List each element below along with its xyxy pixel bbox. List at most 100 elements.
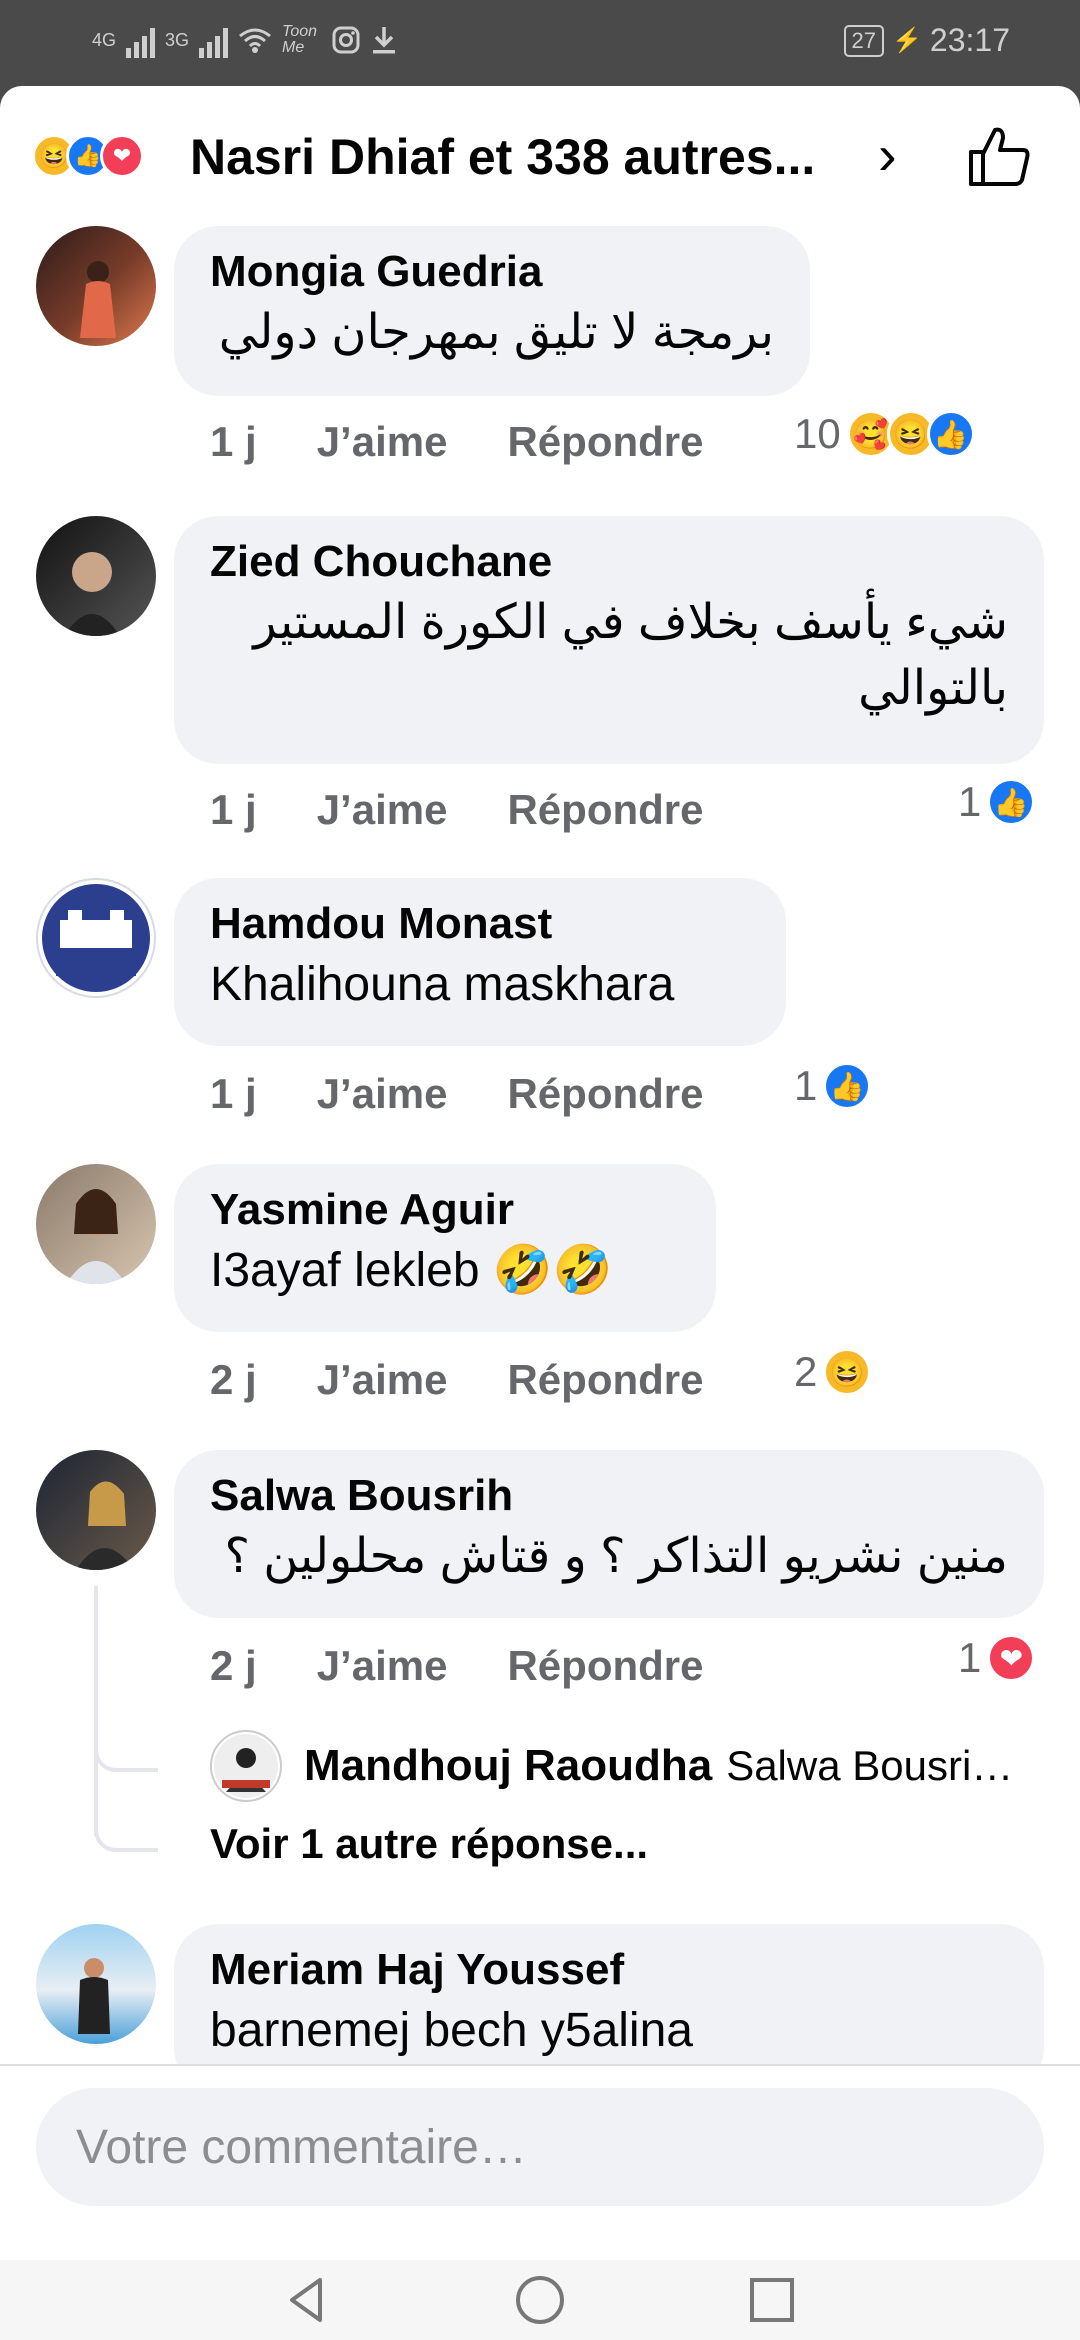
back-icon[interactable] [276, 2268, 340, 2332]
reply-preview[interactable]: Mandhouj Raoudha Salwa Bousri… [210, 1730, 1013, 1802]
avatar[interactable] [36, 878, 156, 998]
charging-icon: ⚡ [892, 27, 922, 54]
comment-author[interactable]: Mongia Guedria [210, 244, 774, 300]
comment-bubble[interactable]: Mongia Guedria برمجة لا تليق بمهرجان دول… [174, 226, 810, 396]
avatar-photo [214, 1734, 278, 1798]
view-more-replies-link[interactable]: Voir 1 autre réponse... [210, 1820, 648, 1868]
avatar[interactable] [36, 1450, 156, 1570]
comment-bubble[interactable]: Salwa Bousrih منين نشريو التذاكر ؟ و قتا… [174, 1450, 1044, 1618]
reaction-count-number: 1 [958, 778, 982, 825]
comment-actions: 1 j J’aime Répondre [210, 418, 763, 466]
avatar[interactable] [36, 516, 156, 636]
comments-sheet: 😆 👍 ❤ Nasri Dhiaf et 338 autres... › Mon… [0, 86, 1080, 2260]
comment-actions: 2 j J’aime Répondre [210, 1642, 763, 1690]
reply-button[interactable]: Répondre [507, 1070, 703, 1118]
reactions-header[interactable]: 😆 👍 ❤ Nasri Dhiaf et 338 autres... › [0, 86, 1080, 216]
like-button[interactable]: J’aime [317, 1356, 448, 1404]
reaction-count[interactable]: 1 👍 [958, 778, 1036, 826]
comment-time: 1 j [210, 1070, 257, 1117]
download-icon [373, 27, 396, 54]
status-bar: 4G 3G Toon Me 27 ⚡ 23:17 [0, 0, 1080, 86]
comment-bubble[interactable]: Hamdou Monast Khalihouna maskhara [174, 878, 786, 1046]
comment-composer [0, 2064, 1080, 2260]
reply-button[interactable]: Répondre [507, 418, 703, 466]
network-type-1: 4G [92, 29, 117, 50]
avatar-photo [78, 1958, 110, 2034]
avatar[interactable] [36, 1924, 156, 2044]
comment-input[interactable] [36, 2088, 1044, 2206]
network-type-2: 3G [165, 29, 190, 50]
chevron-right-icon[interactable]: › [878, 122, 897, 187]
reactions-summary[interactable]: Nasri Dhiaf et 338 autres... [190, 128, 815, 186]
comment-text: شيء يأسف بخلاف في الكورة المستير بالتوال… [253, 596, 1008, 715]
comment-time: 2 j [210, 1356, 257, 1403]
reaction-count-number: 2 [794, 1348, 818, 1395]
comment-author[interactable]: Salwa Bousrih [210, 1468, 1008, 1524]
system-navigation-bar [0, 2260, 1080, 2340]
avatar[interactable] [210, 1730, 282, 1802]
reply-text: Salwa Bousri… [726, 1742, 1014, 1789]
header-reactions: 😆 👍 ❤ [32, 134, 144, 178]
avatar-photo [64, 552, 120, 636]
like-outline-icon[interactable] [965, 122, 1035, 192]
like-icon: 👍 [926, 410, 975, 458]
reply-button[interactable]: Répondre [507, 786, 703, 834]
clock: 23:17 [929, 22, 1010, 58]
avatar-photo [76, 1481, 134, 1570]
reply-button[interactable]: Répondre [507, 1356, 703, 1404]
reaction-count[interactable]: 2 😆 [794, 1348, 872, 1396]
avatar-photo [66, 1189, 126, 1284]
reaction-count-number: 1 [794, 1062, 818, 1109]
wifi-icon [239, 28, 271, 53]
home-icon[interactable] [508, 2268, 572, 2332]
avatar[interactable] [36, 1164, 156, 1284]
reaction-count[interactable]: 10 🥰 😆 👍 [794, 410, 975, 458]
reaction-count-number: 10 [794, 410, 841, 457]
reaction-count[interactable]: 1 👍 [794, 1062, 872, 1110]
haha-icon: 😆 [823, 1348, 872, 1396]
comment-text: I3ayaf lekleb 🤣🤣 [210, 1244, 613, 1297]
app-label: Toon Me [282, 23, 318, 56]
comment-text: برمجة لا تليق بمهرجان دولي [218, 306, 774, 359]
comment-actions: 1 j J’aime Répondre [210, 1070, 763, 1118]
instagram-icon [332, 26, 360, 54]
like-icon: 👍 [823, 1062, 872, 1110]
avatar-photo [42, 884, 150, 992]
comment-author[interactable]: Zied Chouchane [210, 534, 1008, 590]
reply-author[interactable]: Mandhouj Raoudha [304, 1741, 712, 1791]
comment-text: Khalihouna maskhara [210, 958, 675, 1011]
thread-line [94, 1586, 98, 1836]
like-button[interactable]: J’aime [317, 418, 448, 466]
status-bar-right: 27 ⚡ 23:17 [843, 22, 1010, 59]
reply-button[interactable]: Répondre [507, 1642, 703, 1690]
signal-icon [126, 22, 156, 58]
thread-connector [94, 1830, 158, 1852]
reaction-count-number: 1 [958, 1634, 982, 1681]
like-button[interactable]: J’aime [317, 786, 448, 834]
comment-time: 2 j [210, 1642, 257, 1689]
comment-actions: 2 j J’aime Répondre [210, 1356, 763, 1404]
recents-icon[interactable] [740, 2268, 804, 2332]
like-icon: 👍 [987, 778, 1036, 826]
battery-icon: 27 [843, 24, 885, 57]
reaction-count[interactable]: 1 ❤ [958, 1634, 1036, 1682]
like-button[interactable]: J’aime [317, 1642, 448, 1690]
like-button[interactable]: J’aime [317, 1070, 448, 1118]
love-icon: ❤ [100, 134, 144, 178]
avatar[interactable] [36, 226, 156, 346]
comment-text: منين نشريو التذاكر ؟ و قتاش محلولين ؟ [224, 1530, 1008, 1583]
comment-actions: 1 j J’aime Répondre [210, 786, 763, 834]
comment-text: barnemej bech y5alina [210, 2004, 693, 2057]
status-bar-left: 4G 3G Toon Me [92, 22, 398, 58]
avatar-photo [80, 261, 116, 338]
comment-bubble[interactable]: Zied Chouchane شيء يأسف بخلاف في الكورة … [174, 516, 1044, 764]
love-icon: ❤ [987, 1634, 1036, 1682]
comment-author[interactable]: Hamdou Monast [210, 896, 750, 952]
signal-icon-2 [199, 22, 229, 58]
comment-time: 1 j [210, 786, 257, 833]
thread-connector [94, 1750, 158, 1772]
comment-author[interactable]: Yasmine Aguir [210, 1182, 680, 1238]
comment-time: 1 j [210, 418, 257, 465]
comment-bubble[interactable]: Yasmine Aguir I3ayaf lekleb 🤣🤣 [174, 1164, 716, 1332]
comment-author[interactable]: Meriam Haj Youssef [210, 1942, 1008, 1998]
